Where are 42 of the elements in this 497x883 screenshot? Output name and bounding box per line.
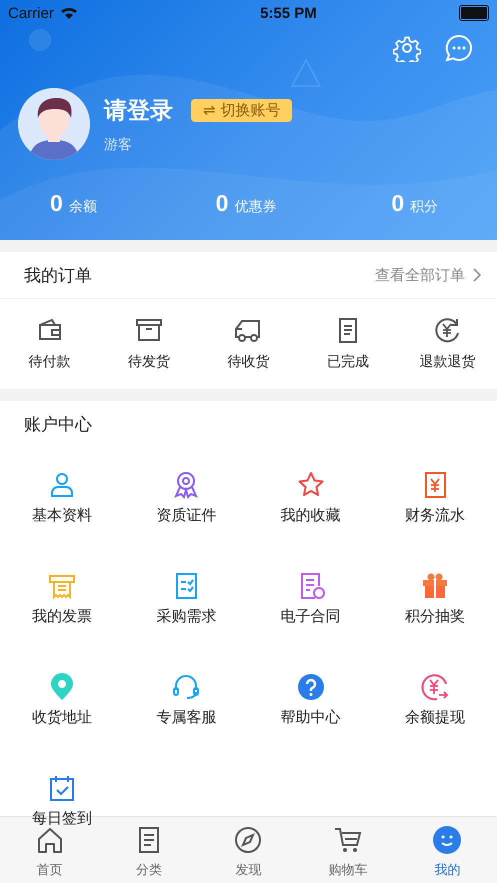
avatar[interactable] (18, 88, 90, 160)
menu-item-label[interactable]: 积分抽奖 (404, 607, 465, 626)
menu-item-label[interactable]: 电子合同 (280, 607, 341, 626)
menu-item-label[interactable]: 采购需求 (156, 607, 216, 626)
tab[interactable]: 我的 (398, 817, 497, 883)
order-status-label[interactable]: 退款退货 (419, 353, 476, 371)
compass-icon (233, 825, 264, 855)
menu-item-label[interactable]: 每日签到 (32, 809, 92, 828)
chevron-right-icon (473, 268, 481, 282)
view-all-orders-link[interactable]: 查看全部订单 (375, 266, 481, 284)
menu-item-label[interactable]: 我的收藏 (280, 506, 341, 525)
menu-item-label[interactable]: 收货地址 (32, 708, 92, 727)
switch-account-button[interactable]: ⇌ 切换账号 (191, 98, 292, 122)
headset-icon[interactable] (171, 672, 202, 702)
menu-item-label[interactable]: 基本资料 (32, 506, 92, 525)
settings-icon[interactable] (393, 34, 421, 62)
status-time: 5:55 PM (260, 4, 317, 22)
order-status-label[interactable]: 已完成 (326, 353, 369, 371)
menu-item-label[interactable]: 余额提现 (404, 708, 465, 727)
menu-item-label[interactable]: 帮助中心 (280, 708, 341, 727)
smiley-icon (432, 825, 462, 855)
battery-icon (458, 5, 489, 21)
menu-item-label[interactable]: 财务流水 (404, 506, 465, 525)
menu-item-label[interactable]: 资质证件 (156, 506, 216, 525)
login-prompt[interactable]: 请登录 (104, 94, 173, 126)
user-role: 游客 (104, 136, 133, 154)
tab[interactable]: 分类 (99, 817, 199, 883)
menu-item-label[interactable]: 专属客服 (156, 708, 216, 727)
order-status-label[interactable]: 待付款 (28, 353, 71, 371)
menu-item-label[interactable]: 我的发票 (32, 607, 92, 626)
wifi-icon (60, 6, 78, 20)
question-icon[interactable] (296, 672, 326, 702)
tab[interactable]: 购物车 (298, 817, 398, 883)
message-icon[interactable] (445, 34, 473, 62)
tab[interactable]: 发现 (198, 817, 298, 883)
yuan-withdraw-icon[interactable] (420, 672, 450, 702)
section-title: 我的订单 (24, 264, 92, 286)
section-title: 账户中心 (24, 415, 92, 435)
order-status-label[interactable]: 待发货 (128, 353, 170, 371)
order-status-label[interactable]: 待收货 (227, 353, 270, 371)
cart-icon (332, 825, 363, 855)
carrier-label: Carrier (8, 4, 54, 22)
